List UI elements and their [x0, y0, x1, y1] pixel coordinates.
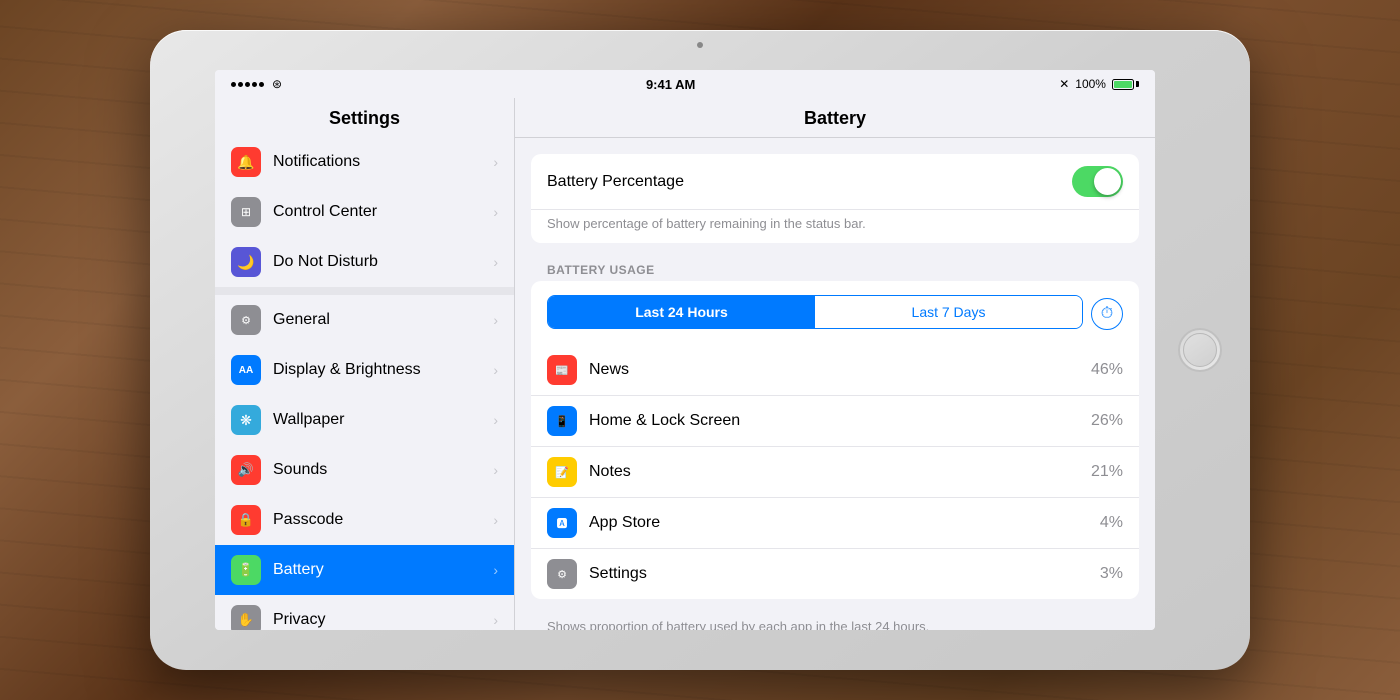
appstore-app-pct: 4% — [1100, 514, 1123, 532]
privacy-label: Privacy — [273, 611, 481, 629]
sidebar-item-control-center[interactable]: ⊞ Control Center › — [215, 187, 514, 237]
app-row-notes[interactable]: 📝 Notes 21% — [531, 447, 1139, 498]
news-app-pct: 46% — [1091, 361, 1123, 379]
sidebar: Settings 🔔 Notifications › — [215, 98, 515, 630]
battery-percentage-row: Battery Percentage — [531, 154, 1139, 210]
homescreen-app-icon: 📱 — [547, 406, 577, 436]
battery-percentage-card: Battery Percentage Show percentage of ba… — [531, 154, 1139, 243]
tab-24hours[interactable]: Last 24 Hours — [548, 296, 815, 328]
notifications-label: Notifications — [273, 153, 481, 171]
ipad-device: ⊛ 9:41 AM ✕ 100% — [150, 30, 1250, 670]
sounds-icon: 🔊 — [231, 455, 261, 485]
sidebar-title: Settings — [231, 108, 498, 129]
segment-row: Last 24 Hours Last 7 Days ⏱ — [547, 291, 1123, 345]
battery-usage-card: Last 24 Hours Last 7 Days ⏱ 📰 — [531, 281, 1139, 599]
clock-button[interactable]: ⏱ — [1091, 298, 1123, 330]
general-label: General — [273, 311, 481, 329]
status-time: 9:41 AM — [646, 77, 695, 92]
sidebar-item-general[interactable]: ⚙ General › — [215, 295, 514, 345]
group-separator-1 — [215, 287, 514, 295]
sidebar-item-passcode[interactable]: 🔒 Passcode › — [215, 495, 514, 545]
display-icon: AA — [231, 355, 261, 385]
battery-pct-text: 100% — [1075, 77, 1106, 91]
segment-area: Last 24 Hours Last 7 Days ⏱ — [531, 281, 1139, 345]
privacy-icon: ✋ — [231, 605, 261, 630]
general-icon: ⚙ — [231, 305, 261, 335]
battery-icon: 🔋 — [231, 555, 261, 585]
detail-panel: Battery Battery Percentage Show percent — [515, 98, 1155, 630]
news-app-name: News — [589, 361, 1079, 379]
sidebar-item-display[interactable]: AA Display & Brightness › — [215, 345, 514, 395]
settings-app-icon: ⚙ — [547, 559, 577, 589]
sidebar-item-wallpaper[interactable]: ❋ Wallpaper › — [215, 395, 514, 445]
sidebar-item-sounds[interactable]: 🔊 Sounds › — [215, 445, 514, 495]
app-row-appstore[interactable]: 🅰 App Store 4% — [531, 498, 1139, 549]
sidebar-item-privacy[interactable]: ✋ Privacy › — [215, 595, 514, 630]
ipad-screen: ⊛ 9:41 AM ✕ 100% — [215, 70, 1155, 630]
battery-percentage-label: Battery Percentage — [547, 173, 1072, 191]
do-not-disturb-icon: 🌙 — [231, 247, 261, 277]
notes-app-name: Notes — [589, 463, 1079, 481]
tab-7days[interactable]: Last 7 Days — [815, 296, 1082, 328]
appstore-app-icon: 🅰 — [547, 508, 577, 538]
notifications-icon: 🔔 — [231, 147, 261, 177]
sidebar-items: 🔔 Notifications › ⊞ Control Center › — [215, 137, 514, 630]
segment-control: Last 24 Hours Last 7 Days — [547, 295, 1083, 329]
battery-label: Battery — [273, 561, 481, 579]
detail-header: Battery — [515, 98, 1155, 138]
wifi-icon: ⊛ — [272, 77, 282, 91]
battery-percentage-desc: Show percentage of battery remaining in … — [531, 210, 1139, 243]
status-left: ⊛ — [231, 77, 282, 91]
control-center-icon: ⊞ — [231, 197, 261, 227]
app-row-settings[interactable]: ⚙ Settings 3% — [531, 549, 1139, 599]
app-row-news[interactable]: 📰 News 46% — [531, 345, 1139, 396]
detail-body: Battery Percentage Show percentage of ba… — [515, 138, 1155, 630]
sidebar-item-battery[interactable]: 🔋 Battery › — [215, 545, 514, 595]
sidebar-header: Settings — [215, 98, 514, 137]
wood-background: ⊛ 9:41 AM ✕ 100% — [0, 0, 1400, 700]
homescreen-app-name: Home & Lock Screen — [589, 412, 1079, 430]
home-button[interactable] — [1178, 328, 1222, 372]
news-app-icon: 📰 — [547, 355, 577, 385]
notes-app-pct: 21% — [1091, 463, 1123, 481]
wallpaper-icon: ❋ — [231, 405, 261, 435]
wallpaper-label: Wallpaper — [273, 411, 481, 429]
battery-usage-label: BATTERY USAGE — [531, 255, 1139, 281]
do-not-disturb-label: Do Not Disturb — [273, 253, 481, 271]
passcode-icon: 🔒 — [231, 505, 261, 535]
camera-dot — [697, 42, 703, 48]
notes-app-icon: 📝 — [547, 457, 577, 487]
sidebar-item-notifications[interactable]: 🔔 Notifications › — [215, 137, 514, 187]
signal-dots — [231, 82, 264, 87]
homescreen-app-pct: 26% — [1091, 412, 1123, 430]
passcode-label: Passcode — [273, 511, 481, 529]
sidebar-item-do-not-disturb[interactable]: 🌙 Do Not Disturb › — [215, 237, 514, 287]
control-center-label: Control Center — [273, 203, 481, 221]
battery-status-icon — [1112, 79, 1139, 90]
chevron-icon: › — [493, 154, 498, 170]
display-label: Display & Brightness — [273, 361, 481, 379]
app-row-homescreen[interactable]: 📱 Home & Lock Screen 26% — [531, 396, 1139, 447]
settings-app-pct: 3% — [1100, 565, 1123, 583]
status-bar: ⊛ 9:41 AM ✕ 100% — [215, 70, 1155, 98]
usage-footer-desc: Shows proportion of battery used by each… — [531, 611, 1139, 630]
bluetooth-icon: ✕ — [1059, 77, 1069, 91]
status-right: ✕ 100% — [1059, 77, 1139, 91]
appstore-app-name: App Store — [589, 514, 1088, 532]
settings-app-name: Settings — [589, 565, 1088, 583]
sounds-label: Sounds — [273, 461, 481, 479]
main-content: Settings 🔔 Notifications › — [215, 98, 1155, 630]
detail-title: Battery — [531, 108, 1139, 129]
battery-percentage-toggle[interactable] — [1072, 166, 1123, 197]
